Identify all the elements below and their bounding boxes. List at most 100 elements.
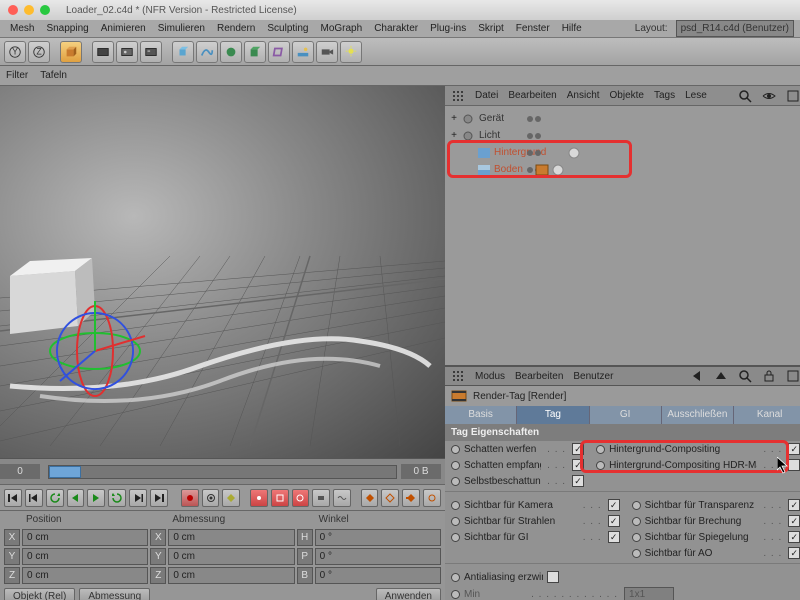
environment-button[interactable]	[292, 41, 314, 63]
tab-ausschliessen[interactable]: Ausschließen	[662, 406, 734, 424]
render-settings-button[interactable]	[140, 41, 162, 63]
menu-sculpting[interactable]: Sculpting	[263, 21, 312, 36]
coords-size-mode-button[interactable]: Abmessung	[79, 588, 150, 600]
render-picture-button[interactable]	[116, 41, 138, 63]
checkbox[interactable]	[608, 499, 620, 511]
tree-row-boden[interactable]: Boden	[445, 161, 800, 178]
scale-channel-button[interactable]	[271, 489, 289, 507]
attr-modus[interactable]: Modus	[475, 371, 505, 382]
render-view-button[interactable]	[92, 41, 114, 63]
checkbox[interactable]	[572, 475, 584, 487]
autokey-button[interactable]	[202, 489, 220, 507]
grip-icon[interactable]	[451, 89, 465, 103]
light-button[interactable]	[340, 41, 362, 63]
search-icon[interactable]	[738, 369, 752, 383]
tree-row-hintergrund[interactable]: Hintergrund	[445, 144, 800, 161]
spline-button[interactable]	[196, 41, 218, 63]
checkbox-antialiasing[interactable]	[547, 571, 559, 583]
menu-skript[interactable]: Skript	[474, 21, 508, 36]
view-icon[interactable]	[762, 89, 776, 103]
menu-plugins[interactable]: Plug-ins	[426, 21, 470, 36]
menu-snapping[interactable]: Snapping	[42, 21, 92, 36]
key-mode-2-button[interactable]	[381, 489, 399, 507]
checkbox[interactable]	[788, 531, 800, 543]
timeline-end[interactable]: 0 B	[401, 464, 441, 479]
param-channel-button[interactable]	[312, 489, 330, 507]
keyframe-sel-button[interactable]	[222, 489, 240, 507]
objmgr-bearbeiten[interactable]: Bearbeiten	[508, 90, 556, 101]
filter-menu[interactable]: Filter	[6, 70, 28, 81]
key-mode-3-button[interactable]	[402, 489, 420, 507]
play-button[interactable]	[87, 489, 105, 507]
tab-kanal[interactable]: Kanal	[734, 406, 800, 424]
expand-icon[interactable]: +	[449, 130, 459, 141]
timeline[interactable]: 0 0 B	[0, 458, 445, 484]
expand-icon[interactable]	[786, 89, 800, 103]
coords-y-pos[interactable]: 0 cm	[22, 548, 148, 565]
attr-bearbeiten[interactable]: Bearbeiten	[515, 371, 563, 382]
checkbox[interactable]	[572, 459, 584, 471]
menu-rendern[interactable]: Rendern	[213, 21, 259, 36]
key-mode-4-button[interactable]	[423, 489, 441, 507]
sphere-tag-icon[interactable]	[551, 163, 565, 177]
menu-mograph[interactable]: MoGraph	[317, 21, 367, 36]
visibility-dots[interactable]	[527, 150, 541, 156]
sphere-tag-icon[interactable]	[567, 146, 581, 160]
visibility-dots[interactable]	[527, 116, 541, 122]
grip-icon[interactable]	[451, 369, 465, 383]
menu-fenster[interactable]: Fenster	[512, 21, 554, 36]
search-icon[interactable]	[738, 89, 752, 103]
camera-button[interactable]	[316, 41, 338, 63]
layout-selector[interactable]: psd_R14.c4d (Benutzer)	[676, 20, 794, 37]
coords-b-rot[interactable]: 0 °	[315, 567, 441, 584]
nurbs-button[interactable]	[220, 41, 242, 63]
key-mode-1-button[interactable]	[361, 489, 379, 507]
input-min[interactable]: 1x1	[624, 587, 674, 600]
object-tree[interactable]: +Gerät+LichtHintergrundBoden	[445, 106, 800, 366]
menu-hilfe[interactable]: Hilfe	[558, 21, 586, 36]
tab-gi[interactable]: GI	[590, 406, 662, 424]
nav-up-icon[interactable]	[714, 369, 728, 383]
objmgr-ansicht[interactable]: Ansicht	[567, 90, 600, 101]
expand-icon[interactable]: +	[449, 113, 459, 124]
coords-apply-button[interactable]: Anwenden	[376, 588, 441, 600]
tab-basis[interactable]: Basis	[445, 406, 517, 424]
goto-start-button[interactable]	[4, 489, 22, 507]
viewport-perspective[interactable]	[0, 86, 445, 458]
cube-primitive-button[interactable]	[60, 41, 82, 63]
coords-x-pos[interactable]: 0 cm	[22, 529, 148, 546]
checkbox[interactable]	[788, 443, 800, 455]
coords-x-size[interactable]: 0 cm	[168, 529, 294, 546]
minimize-window-icon[interactable]	[24, 5, 34, 15]
close-window-icon[interactable]	[8, 5, 18, 15]
visibility-dots[interactable]	[527, 133, 541, 139]
viewport-gizmo[interactable]	[40, 296, 150, 406]
prev-key-button[interactable]	[25, 489, 43, 507]
coords-z-pos[interactable]: 0 cm	[22, 567, 148, 584]
play-back-button[interactable]	[67, 489, 85, 507]
objmgr-datei[interactable]: Datei	[475, 90, 498, 101]
record-button[interactable]	[181, 489, 199, 507]
coords-h-rot[interactable]: 0 °	[315, 529, 441, 546]
axis-z-button[interactable]: Z	[28, 41, 50, 63]
coords-mode-button[interactable]: Objekt (Rel)	[4, 588, 75, 600]
next-frame-button[interactable]	[108, 489, 126, 507]
checkbox[interactable]	[608, 531, 620, 543]
lock-icon[interactable]	[762, 369, 776, 383]
deformer-button[interactable]	[268, 41, 290, 63]
render-tag-icon[interactable]	[535, 163, 549, 177]
menu-charakter[interactable]: Charakter	[370, 21, 422, 36]
zoom-window-icon[interactable]	[40, 5, 50, 15]
nav-back-icon[interactable]	[690, 369, 704, 383]
generator-button[interactable]	[244, 41, 266, 63]
attr-benutzer[interactable]: Benutzer	[573, 371, 613, 382]
menu-simulieren[interactable]: Simulieren	[154, 21, 209, 36]
tree-row-licht[interactable]: +Licht	[445, 127, 800, 144]
checkbox[interactable]	[788, 547, 800, 559]
prev-frame-button[interactable]	[46, 489, 64, 507]
coords-y-size[interactable]: 0 cm	[168, 548, 294, 565]
objmgr-lesezeichen[interactable]: Lese	[685, 90, 707, 101]
tab-tag[interactable]: Tag	[517, 406, 589, 424]
checkbox[interactable]	[788, 499, 800, 511]
timeline-playhead[interactable]	[49, 466, 81, 478]
